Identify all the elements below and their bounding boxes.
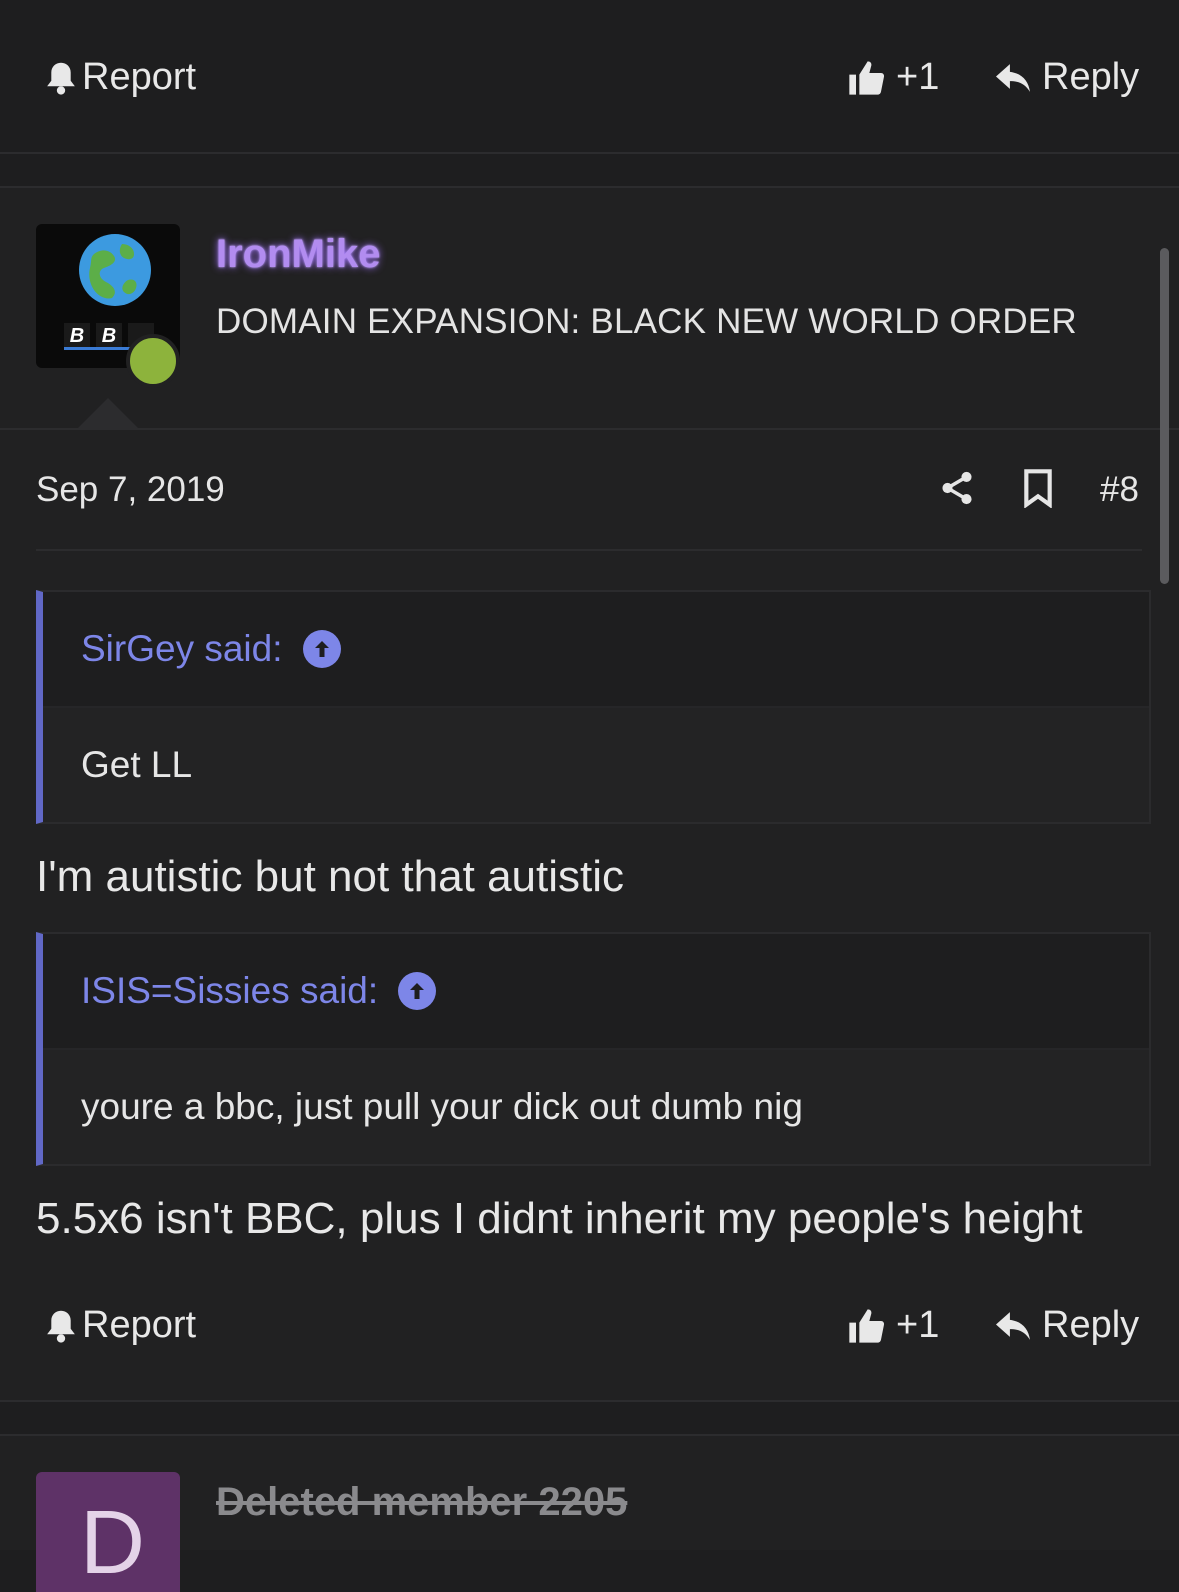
quote-author[interactable]: ISIS=Sissies said: [81, 970, 378, 1012]
reply-arrow-icon [996, 1311, 1030, 1340]
post-number[interactable]: #8 [1100, 470, 1139, 510]
avatar-letter-2: B [102, 325, 116, 347]
thumbs-up-icon [849, 1308, 885, 1343]
avatar-letter-1: B [70, 325, 84, 347]
report-button[interactable]: Report [44, 56, 196, 99]
report-button[interactable]: Report [44, 1304, 196, 1347]
reply-label: Reply [1042, 56, 1140, 98]
reply-button[interactable]: Reply [994, 1304, 1139, 1347]
like-button[interactable]: +1 [846, 56, 939, 99]
quote-author[interactable]: SirGey said: [81, 628, 283, 670]
thumbs-up-icon [849, 60, 885, 95]
post-body-line: 5.5x6 isn't BBC, plus I didnt inherit my… [36, 1194, 1083, 1243]
online-status-dot [126, 334, 180, 388]
post-username[interactable]: IronMike [216, 232, 380, 277]
reply-arrow-icon [996, 63, 1030, 92]
user-notch [76, 398, 140, 430]
like-count: +1 [896, 56, 940, 98]
quote-header[interactable]: ISIS=Sissies said: [43, 934, 1149, 1048]
user-title: DOMAIN EXPANSION: BLACK NEW WORLD ORDER [216, 302, 1077, 341]
bookmark-button[interactable] [1020, 468, 1056, 513]
share-icon [942, 471, 972, 505]
quote-block: ISIS=Sissies said: youre a bbc, just pul… [36, 932, 1151, 1166]
post-date[interactable]: Sep 7, 2019 [36, 470, 225, 510]
scrollbar[interactable] [1160, 248, 1169, 584]
header-divider [0, 428, 1179, 430]
bell-icon [47, 1310, 75, 1343]
quote-text: Get LL [43, 706, 1149, 822]
user-avatar[interactable]: D [36, 1472, 180, 1592]
report-label: Report [82, 1304, 197, 1346]
bookmark-icon [1024, 469, 1052, 509]
like-button[interactable]: +1 [846, 1304, 939, 1347]
report-label: Report [82, 56, 197, 98]
divider [0, 152, 1179, 154]
divider [0, 1400, 1179, 1402]
post-body-line: I'm autistic but not that autistic [36, 852, 625, 901]
jump-up-icon[interactable] [398, 972, 437, 1010]
meta-divider [36, 549, 1142, 551]
deleted-username: Deleted member 2205 [216, 1480, 628, 1524]
quote-text: youre a bbc, just pull your dick out dum… [43, 1048, 1149, 1164]
bell-icon [47, 62, 75, 95]
jump-up-icon[interactable] [302, 630, 341, 668]
reply-label: Reply [1042, 1304, 1140, 1346]
share-button[interactable] [938, 468, 976, 513]
avatar-letter: D [80, 1493, 145, 1592]
like-count: +1 [896, 1304, 940, 1346]
quote-block: SirGey said: Get LL [36, 590, 1151, 824]
reply-button[interactable]: Reply [994, 56, 1139, 99]
quote-header[interactable]: SirGey said: [43, 592, 1149, 706]
